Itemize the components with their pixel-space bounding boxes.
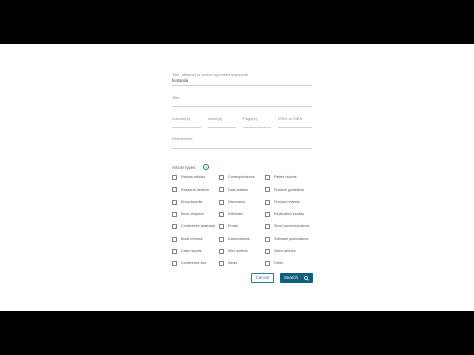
article-type-checkbox[interactable] [172, 175, 177, 180]
article-type-checkbox[interactable] [265, 175, 270, 180]
article-type-checkbox[interactable] [172, 248, 177, 254]
article-type-label: News [228, 261, 237, 266]
article-type-label: Short communications [274, 224, 310, 229]
references-field-underline [172, 148, 312, 149]
article-type-label: Editorials [228, 212, 243, 217]
article-type-checkbox[interactable] [265, 224, 270, 230]
pages-field-underline [243, 127, 271, 128]
pages-field-label[interactable]: Page(s) [243, 116, 257, 121]
issue-field-underline [208, 127, 236, 128]
article-type-label: Correspondence [228, 175, 255, 180]
article-type-label: Examinations [228, 236, 250, 241]
article-type-label: Errata [228, 224, 238, 229]
article-type-label: Patent reports [274, 175, 297, 180]
article-type-label: Book chapters [181, 212, 204, 217]
article-type-checkbox[interactable] [265, 248, 270, 254]
article-type-checkbox[interactable] [219, 261, 224, 267]
advanced-search-panel: Title, abstract or author-specified keyw… [0, 44, 474, 311]
article-type-label: Product reviews [274, 199, 300, 204]
search-button[interactable]: Search [280, 273, 313, 283]
article-type-checkbox[interactable] [219, 248, 224, 254]
article-types-label: Article types [172, 165, 196, 170]
article-type-checkbox[interactable] [219, 199, 224, 205]
article-type-label: Conference info [181, 261, 207, 266]
article-type-checkbox[interactable] [172, 211, 177, 217]
terms-field-value[interactable]: fentanila [172, 78, 188, 83]
article-type-checkbox[interactable] [265, 211, 270, 217]
search-icon [304, 275, 309, 281]
article-type-checkbox[interactable] [219, 211, 224, 217]
volume-field-label[interactable]: Volume(s) [172, 116, 190, 121]
article-type-label: Conference abstracts [181, 224, 216, 229]
help-icon[interactable]: ? [203, 164, 209, 170]
article-type-label: Mini reviews [228, 249, 248, 254]
volume-field-underline [172, 127, 201, 128]
article-type-checkbox[interactable] [172, 236, 177, 242]
article-type-label: Video articles [274, 249, 296, 254]
article-type-checkbox[interactable] [265, 199, 270, 205]
article-type-label: Book reviews [181, 236, 203, 241]
search-button-label: Search [284, 275, 298, 280]
issn-field-label[interactable]: ISSN or ISBN [278, 116, 302, 121]
article-type-label: Replication studies [274, 212, 305, 217]
title-field-underline [172, 106, 312, 107]
article-type-checkbox[interactable] [265, 261, 270, 267]
article-type-label: Encyclopedia [181, 199, 203, 204]
article-type-label: Practice guidelines [274, 187, 305, 192]
article-type-checkbox[interactable] [172, 261, 177, 267]
article-type-checkbox[interactable] [265, 187, 270, 193]
article-type-checkbox[interactable] [172, 187, 177, 193]
cancel-button[interactable]: Cancel [251, 273, 274, 283]
article-type-label: Software publications [274, 236, 309, 241]
article-type-checkbox[interactable] [265, 236, 270, 242]
article-type-label: Other [274, 261, 283, 266]
article-type-checkbox[interactable] [219, 236, 224, 242]
terms-field-underline [172, 85, 312, 86]
article-type-label: Research articles [181, 187, 209, 192]
article-type-label: Case reports [181, 249, 202, 254]
article-type-checkbox[interactable] [219, 187, 224, 193]
article-type-checkbox[interactable] [172, 199, 177, 205]
article-type-checkbox[interactable] [172, 224, 177, 230]
issue-field-label[interactable]: Issue(s) [208, 116, 222, 121]
article-type-label: Data articles [228, 187, 248, 192]
issn-field-underline [278, 127, 312, 128]
article-type-checkbox[interactable] [219, 224, 224, 230]
article-type-label: Review articles [181, 175, 206, 180]
terms-field-hint: Title, abstract or author-specified keyw… [172, 72, 249, 77]
title-field-label[interactable]: Title [172, 95, 179, 100]
references-field-label[interactable]: References [172, 136, 192, 141]
article-type-label: Discussion [228, 199, 246, 204]
article-type-checkbox[interactable] [219, 175, 224, 180]
